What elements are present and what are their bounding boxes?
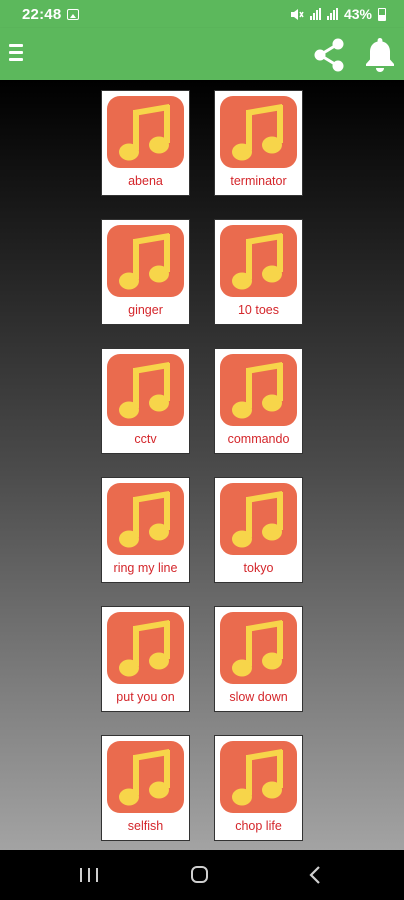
track-label: ginger [128, 303, 163, 317]
music-note-icon [107, 225, 184, 297]
music-note-icon [220, 225, 297, 297]
mute-icon [290, 8, 304, 20]
track-tile[interactable]: selfish [101, 735, 190, 841]
music-note-icon [107, 96, 184, 168]
track-tile[interactable]: tokyo [214, 477, 303, 583]
recents-icon[interactable] [80, 868, 98, 884]
app-bar [0, 28, 404, 80]
track-label: chop life [235, 819, 282, 833]
music-note-icon [107, 612, 184, 684]
music-note-icon [107, 741, 184, 813]
track-tile[interactable]: terminator [214, 90, 303, 196]
track-tile[interactable]: commando [214, 348, 303, 454]
gallery-notification-icon [67, 9, 79, 20]
track-label: tokyo [243, 561, 274, 575]
track-label: cctv [134, 432, 157, 446]
track-label: abena [128, 174, 163, 188]
track-tile[interactable]: put you on [101, 606, 190, 712]
track-label: commando [227, 432, 290, 446]
track-tile[interactable]: abena [101, 90, 190, 196]
track-list[interactable]: abena terminator ginger 10 toes cctv commando… [0, 80, 404, 850]
track-tile[interactable]: chop life [214, 735, 303, 841]
menu-icon[interactable] [9, 44, 23, 62]
signal-icon [309, 8, 321, 20]
track-tile[interactable]: 10 toes [214, 219, 303, 325]
track-tile[interactable]: cctv [101, 348, 190, 454]
bell-icon[interactable] [362, 35, 398, 73]
battery-percent: 43% [343, 6, 372, 22]
track-tile[interactable]: slow down [214, 606, 303, 712]
signal-2-icon [326, 8, 338, 20]
music-note-icon [220, 612, 297, 684]
track-label: put you on [116, 690, 175, 704]
music-note-icon [220, 741, 297, 813]
back-icon[interactable] [306, 864, 324, 886]
status-time: 22:48 [22, 6, 62, 23]
status-bar: 22:48 43% [0, 0, 404, 28]
music-note-icon [220, 96, 297, 168]
battery-icon [378, 7, 386, 21]
status-indicators: 43% [290, 6, 386, 22]
track-label: terminator [230, 174, 287, 188]
share-icon[interactable] [309, 35, 349, 75]
track-label: ring my line [113, 561, 178, 575]
track-tile[interactable]: ginger [101, 219, 190, 325]
track-label: 10 toes [237, 303, 279, 317]
music-note-icon [107, 483, 184, 555]
navigation-bar [0, 850, 404, 900]
track-label: slow down [229, 690, 288, 704]
home-icon[interactable] [191, 866, 208, 883]
music-note-icon [107, 354, 184, 426]
music-note-icon [220, 354, 297, 426]
music-note-icon [220, 483, 297, 555]
track-label: selfish [127, 819, 164, 833]
track-grid: abena terminator ginger 10 toes cctv commando… [101, 90, 303, 841]
track-tile[interactable]: ring my line [101, 477, 190, 583]
